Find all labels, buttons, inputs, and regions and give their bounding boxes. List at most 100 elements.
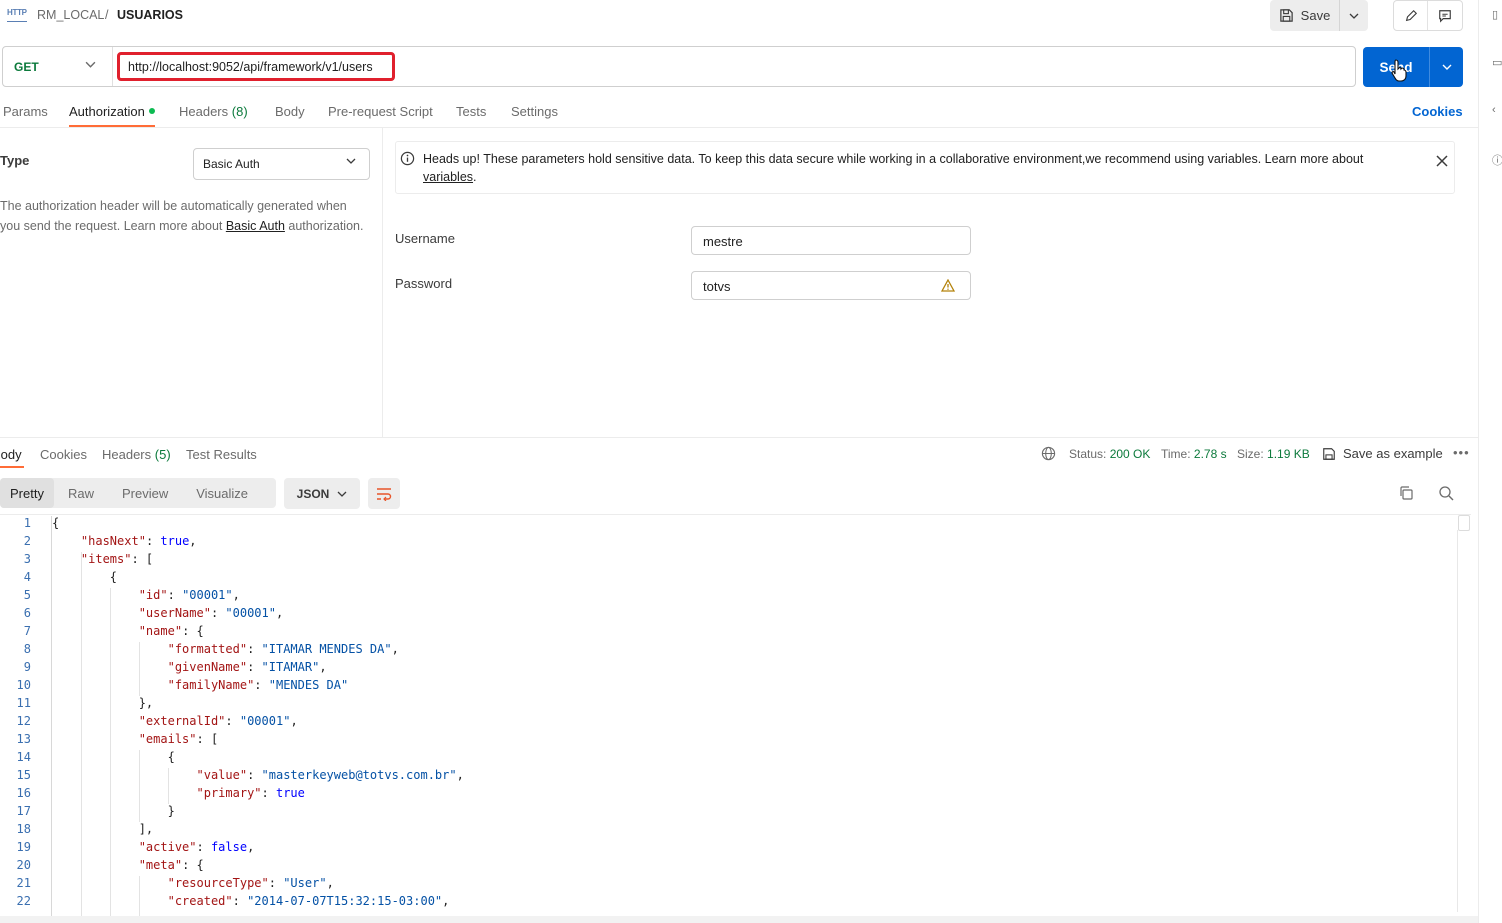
view-preview[interactable]: Preview <box>108 478 182 508</box>
status-bar <box>0 916 1478 923</box>
warning-icon[interactable] <box>941 279 955 292</box>
notice-end: . <box>473 170 477 184</box>
code-line: "primary": true <box>196 786 305 800</box>
tab-headers-label: Headers <box>179 104 229 119</box>
chevron-down-icon <box>346 158 356 164</box>
editor-scrollbar[interactable] <box>1457 530 1471 912</box>
tab-params[interactable]: Params <box>3 104 48 119</box>
code-line: "familyName": "MENDES DA" <box>167 678 349 692</box>
view-visualize[interactable]: Visualize <box>182 478 262 508</box>
send-options-button[interactable] <box>1430 47 1463 87</box>
code-line: "formatted": "ITAMAR MENDES DA", <box>167 642 399 656</box>
time-label: Time: <box>1161 447 1191 461</box>
response-divider <box>0 437 1478 438</box>
basic-auth-link[interactable]: Basic Auth <box>226 219 285 233</box>
response-tab-cookies[interactable]: Cookies <box>40 447 87 462</box>
code-line: "value": "masterkeyweb@totvs.com.br", <box>196 768 464 782</box>
edit-button[interactable] <box>1394 1 1428 30</box>
auth-type-select[interactable]: Basic Auth <box>193 148 370 180</box>
more-options-icon[interactable]: ••• <box>1453 445 1470 460</box>
send-button-group: Send <box>1363 47 1463 87</box>
response-size: Size: 1.19 KB <box>1237 447 1310 461</box>
tab-settings[interactable]: Settings <box>511 104 558 119</box>
headers-count: (8) <box>231 104 248 119</box>
right-sidebar <box>1478 0 1502 923</box>
auth-description: The authorization header will be automat… <box>0 196 370 236</box>
line-number: 6 <box>23 606 31 620</box>
time-value: 2.78 s <box>1193 447 1227 461</box>
code-line: "id": "00001", <box>138 588 240 602</box>
size-value: 1.19 KB <box>1267 447 1310 461</box>
code-icon[interactable]: ‹ <box>1492 104 1496 116</box>
chevron-down-icon <box>1442 64 1451 70</box>
globe-icon[interactable] <box>1041 446 1056 461</box>
size-label: Size: <box>1237 447 1264 461</box>
username-field[interactable]: mestre <box>691 226 971 255</box>
active-indicator-dot <box>148 108 155 114</box>
code-line: "userName": "00001", <box>138 606 284 620</box>
copy-icon[interactable] <box>1398 485 1414 501</box>
line-number: 3 <box>23 552 31 566</box>
line-number: 19 <box>16 840 31 854</box>
view-raw[interactable]: Raw <box>54 478 108 508</box>
auth-pane-divider <box>382 128 383 437</box>
floppy-disk-icon <box>1279 9 1293 22</box>
response-tab-headers[interactable]: Headers (5) <box>102 447 171 462</box>
tab-authorization[interactable]: Authorization <box>69 104 155 119</box>
code-line: "emails": [ <box>138 732 219 746</box>
response-tab-test-results[interactable]: Test Results <box>186 447 257 462</box>
response-status: Status: 200 OK <box>1069 447 1150 461</box>
code-line: "externalId": "00001", <box>138 714 298 728</box>
chevron-down-icon <box>337 491 347 497</box>
wrap-lines-button[interactable] <box>368 478 400 509</box>
format-select[interactable]: JSON <box>284 478 360 509</box>
code-line: "hasNext": true, <box>80 534 197 548</box>
tab-prerequest-script[interactable]: Pre-request Script <box>328 104 433 119</box>
save-button-group: Save <box>1270 0 1368 31</box>
view-pretty[interactable]: Pretty <box>0 478 54 508</box>
save-button[interactable]: Save <box>1270 0 1340 31</box>
line-number: 14 <box>16 750 31 764</box>
comments-button[interactable] <box>1428 1 1462 30</box>
search-icon[interactable] <box>1438 485 1454 501</box>
wrap-lines-icon <box>377 487 392 501</box>
breadcrumb-request-name[interactable]: USUARIOS <box>117 8 183 22</box>
line-number: 9 <box>23 660 31 674</box>
notice-message: Heads up! These parameters hold sensitiv… <box>423 152 1364 166</box>
editor-scrollbar-thumb[interactable] <box>1458 515 1470 531</box>
tab-headers[interactable]: Headers (8) <box>179 104 248 119</box>
cookies-link[interactable]: Cookies <box>1412 104 1463 119</box>
save-label: Save <box>1300 8 1331 23</box>
code-line: "resourceType": "User", <box>167 876 334 890</box>
code-line: { <box>52 516 60 530</box>
line-number: 11 <box>16 696 31 710</box>
comment-icon <box>1439 9 1451 23</box>
method-select[interactable]: GET <box>14 60 39 74</box>
close-icon[interactable] <box>1436 155 1448 167</box>
line-number: 22 <box>16 894 31 908</box>
tab-body[interactable]: Body <box>275 104 305 119</box>
password-field[interactable]: totvs <box>691 271 971 300</box>
variables-link[interactable]: variables <box>423 170 473 184</box>
tab-tests[interactable]: Tests <box>456 104 486 119</box>
chevron-down-icon[interactable] <box>85 61 96 68</box>
url-input[interactable]: http://localhost:9052/api/framework/v1/u… <box>117 52 395 81</box>
documentation-icon[interactable]: ▯ <box>1492 8 1498 21</box>
response-tab-body[interactable]: Body <box>0 447 22 462</box>
comments-icon[interactable]: ▭ <box>1492 56 1502 69</box>
code-line: { <box>52 750 175 764</box>
line-number: 4 <box>23 570 31 584</box>
code-line: { <box>52 570 118 584</box>
notice-text: Heads up! These parameters hold sensitiv… <box>423 150 1413 186</box>
view-mode-tabs: Pretty Raw Preview Visualize <box>0 478 276 508</box>
line-number: 13 <box>16 732 31 746</box>
breadcrumb-collection[interactable]: RM_LOCAL <box>37 8 104 22</box>
line-number: 1 <box>23 516 31 530</box>
save-as-example-button[interactable]: Save as example <box>1322 446 1443 461</box>
line-number: 21 <box>16 876 31 890</box>
chevron-down-icon <box>1349 13 1359 19</box>
line-number: 10 <box>16 678 31 692</box>
code-line: "items": [ <box>80 552 154 566</box>
info-icon[interactable]: ⓘ <box>1492 152 1502 168</box>
save-options-button[interactable] <box>1340 0 1368 31</box>
